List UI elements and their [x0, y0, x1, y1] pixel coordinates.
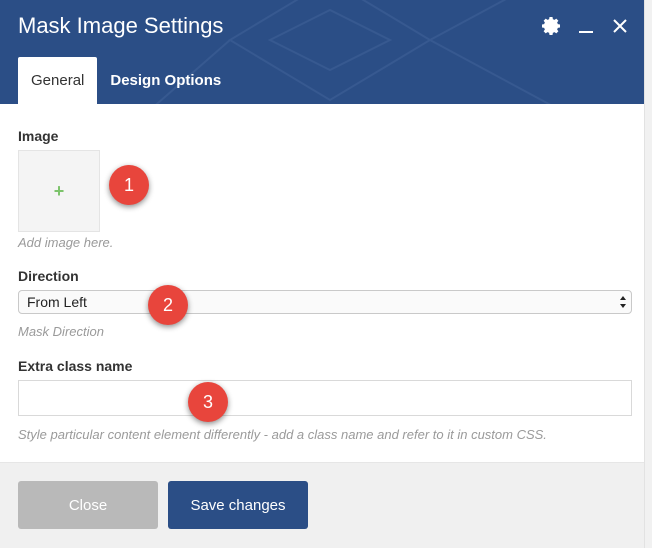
tab-bar: General Design Options [18, 57, 234, 104]
dialog-title: Mask Image Settings [18, 13, 224, 38]
direction-select-value: From Left [27, 294, 87, 310]
extra-class-input[interactable] [18, 380, 632, 416]
close-button[interactable]: Close [18, 481, 158, 529]
close-icon[interactable] [608, 14, 632, 38]
dialog-header: Mask Image Settings General Design Optio… [0, 0, 644, 104]
direction-help-text: Mask Direction [18, 324, 104, 339]
image-help-text: Add image here. [18, 235, 114, 250]
background-page-strip [644, 0, 652, 548]
annotation-badge-1: 1 [109, 165, 149, 205]
header-controls [540, 14, 632, 38]
direction-label: Direction [18, 268, 79, 284]
gear-icon[interactable] [540, 14, 564, 38]
extra-class-label: Extra class name [18, 358, 133, 374]
dialog-footer: Close Save changes [0, 462, 644, 548]
dialog-body: Image + Add image here. Direction From L… [0, 104, 644, 462]
mask-image-settings-dialog: Mask Image Settings General Design Optio… [0, 0, 644, 548]
extra-class-help-text: Style particular content element differe… [18, 427, 547, 442]
plus-icon: + [53, 180, 65, 201]
direction-select[interactable]: From Left [18, 290, 632, 314]
minimize-icon[interactable] [574, 14, 598, 38]
tab-general[interactable]: General [18, 57, 98, 104]
image-label: Image [18, 128, 59, 144]
add-image-button[interactable]: + [18, 150, 100, 232]
save-changes-button[interactable]: Save changes [168, 481, 308, 529]
annotation-badge-2: 2 [148, 285, 188, 325]
select-arrows-icon [620, 296, 626, 308]
tab-design-options[interactable]: Design Options [97, 57, 234, 104]
annotation-badge-3: 3 [188, 382, 228, 422]
